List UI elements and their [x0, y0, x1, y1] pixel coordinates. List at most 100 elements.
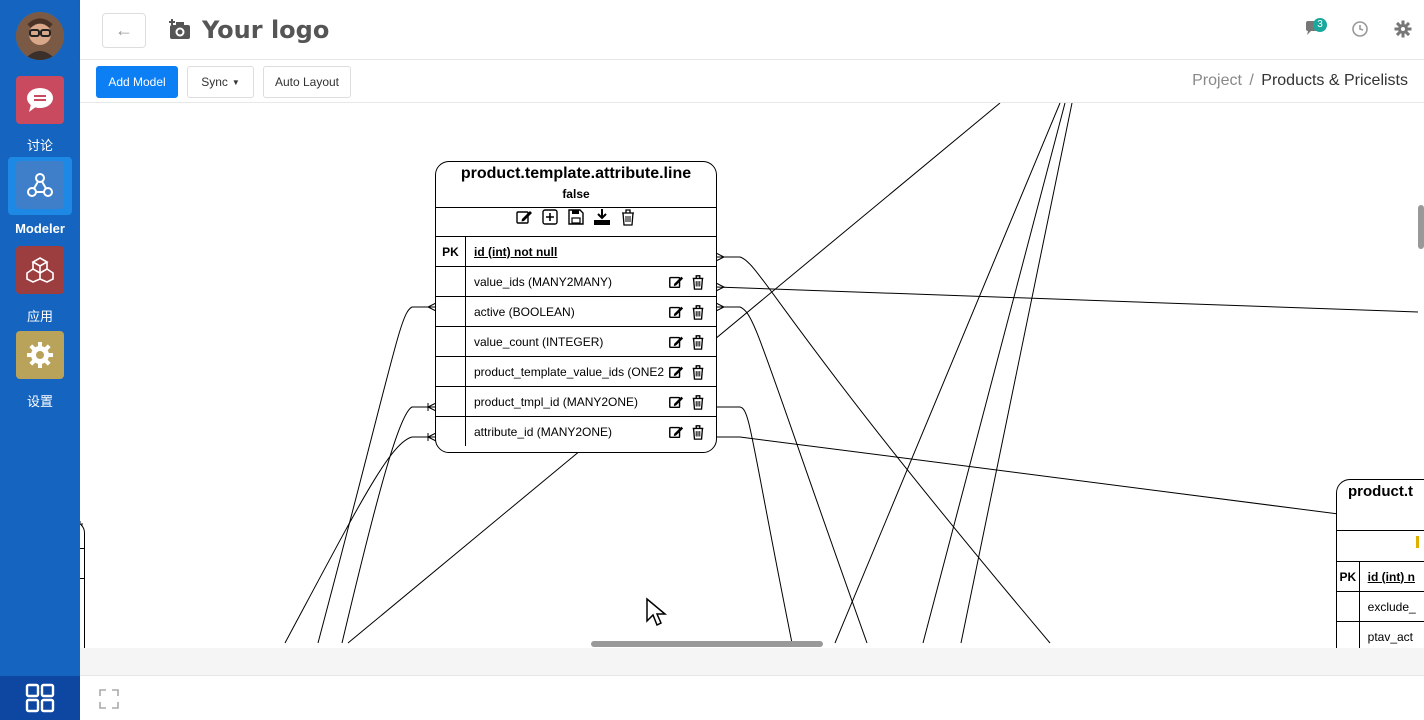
app-tile-apps[interactable]	[16, 246, 64, 294]
app-label-apps[interactable]: 应用	[0, 306, 80, 325]
breadcrumb-current: Products & Pricelists	[1261, 72, 1408, 89]
download-icon[interactable]	[593, 208, 611, 226]
apps-grid-button[interactable]	[0, 676, 80, 720]
entity-subtitle: false	[562, 187, 590, 201]
cubes-icon	[26, 257, 54, 283]
delete-icon[interactable]	[690, 394, 706, 410]
field-name: product_tmpl_id (MANY2ONE)	[474, 394, 639, 409]
field-row[interactable]: product_tmpl_id (MANY2ONE)	[436, 387, 716, 417]
delete-icon[interactable]	[690, 334, 706, 350]
messages-button[interactable]: 3	[1304, 18, 1327, 40]
edit-icon[interactable]	[515, 208, 533, 226]
app-tile-settings[interactable]	[16, 331, 64, 379]
field-row[interactable]: product_template_value_ids (ONE2MANY)	[436, 357, 716, 387]
edit-icon[interactable]	[668, 364, 684, 380]
edit-icon[interactable]	[668, 304, 684, 320]
field-row[interactable]: value_count (INTEGER)	[436, 327, 716, 357]
fullscreen-icon[interactable]	[98, 688, 120, 710]
grid-icon	[25, 683, 55, 713]
field-key	[436, 357, 466, 386]
logo: Your logo	[168, 14, 329, 46]
field-name: value_ids (MANY2MANY)	[474, 274, 613, 289]
edit-icon[interactable]	[668, 334, 684, 350]
app-label-modeler[interactable]: Modeler	[0, 221, 80, 236]
save-icon[interactable]	[567, 208, 585, 226]
back-button[interactable]: ←	[102, 13, 146, 48]
horizontal-scrollbar[interactable]	[80, 640, 1424, 648]
add-model-button[interactable]: Add Model	[96, 66, 178, 98]
entity-card[interactable]: product.template.attribute.line false PK…	[435, 161, 717, 453]
edit-icon[interactable]	[668, 424, 684, 440]
field-key	[436, 417, 466, 446]
sync-dropdown[interactable]: Sync ▼	[187, 66, 254, 98]
logo-text: Your logo	[202, 16, 330, 44]
app-tile-discuss[interactable]	[16, 76, 64, 124]
add-field-icon[interactable]	[541, 208, 559, 226]
caret-down-icon: ▼	[231, 77, 240, 87]
breadcrumb-project[interactable]: Project	[1192, 72, 1242, 89]
sync-label: Sync	[201, 75, 228, 89]
relation-lines	[80, 103, 1424, 644]
app-tile-modeler[interactable]	[16, 161, 64, 209]
messages-badge: 3	[1313, 18, 1327, 32]
entity-divider	[80, 548, 84, 549]
relation-line	[716, 436, 1424, 526]
relation-line	[960, 103, 1073, 644]
entity-toolbar	[436, 207, 716, 237]
app-label-discuss[interactable]: 讨论	[0, 135, 80, 154]
field-row[interactable]: PK id (int) n	[1337, 562, 1424, 592]
relation-line	[284, 436, 436, 644]
field-key: PK	[436, 237, 466, 266]
entity-card-offscreen[interactable]	[80, 521, 85, 648]
field-row[interactable]: active (BOOLEAN)	[436, 297, 716, 327]
entity-fields: PK id (int) not null value_ids (MANY2MAN…	[436, 237, 716, 446]
app-sidebar: 讨论 Modeler 应用 设置	[0, 0, 80, 720]
relation-line	[716, 256, 1051, 644]
field-name: exclude_	[1367, 599, 1416, 614]
field-key: PK	[1337, 562, 1360, 591]
field-key	[436, 387, 466, 416]
vertical-scrollbar-thumb[interactable]	[1418, 205, 1424, 249]
relation-line	[922, 103, 1066, 644]
toolbar-icon-fragment	[1416, 536, 1419, 548]
field-name: id (int) not null	[474, 244, 558, 259]
delete-icon[interactable]	[690, 274, 706, 290]
breadcrumb: Project / Products & Pricelists	[1192, 72, 1408, 90]
settings-button[interactable]	[1394, 20, 1412, 38]
edit-icon[interactable]	[668, 274, 684, 290]
delete-icon[interactable]	[690, 304, 706, 320]
edit-icon[interactable]	[668, 394, 684, 410]
relation-line	[716, 306, 868, 644]
delete-icon[interactable]	[690, 424, 706, 440]
delete-icon[interactable]	[690, 364, 706, 380]
entity-toolbar	[1337, 530, 1424, 561]
field-row[interactable]: exclude_	[1337, 592, 1424, 622]
field-actions	[668, 424, 706, 440]
clock-icon	[1352, 21, 1368, 37]
field-row[interactable]: PK id (int) not null	[436, 237, 716, 267]
field-actions	[668, 364, 706, 380]
user-avatar[interactable]	[16, 12, 64, 60]
app-label-settings[interactable]: 设置	[0, 391, 80, 410]
field-actions	[668, 274, 706, 290]
field-row[interactable]: attribute_id (MANY2ONE)	[436, 417, 716, 446]
field-name: attribute_id (MANY2ONE)	[474, 424, 613, 439]
field-name: id (int) n	[1367, 569, 1415, 584]
network-graph-icon	[27, 173, 53, 197]
auto-layout-button[interactable]: Auto Layout	[263, 66, 351, 98]
field-key	[436, 297, 466, 326]
diagram-canvas[interactable]: product.template.attribute.line false PK…	[80, 103, 1424, 648]
relation-line	[341, 406, 436, 644]
horizontal-scrollbar-thumb[interactable]	[591, 641, 823, 647]
gear-icon	[1394, 20, 1412, 38]
arrow-left-icon: ←	[115, 20, 133, 40]
field-row[interactable]: value_ids (MANY2MANY)	[436, 267, 716, 297]
field-actions	[668, 334, 706, 350]
activity-button[interactable]	[1351, 20, 1369, 38]
chat-bubble-icon	[27, 88, 53, 112]
entity-divider	[80, 578, 84, 579]
entity-card[interactable]: product.t PK id (int) n exclude_ ptav_ac…	[1336, 479, 1424, 648]
delete-icon[interactable]	[619, 208, 637, 226]
relation-line	[715, 286, 1419, 313]
field-key	[436, 267, 466, 296]
